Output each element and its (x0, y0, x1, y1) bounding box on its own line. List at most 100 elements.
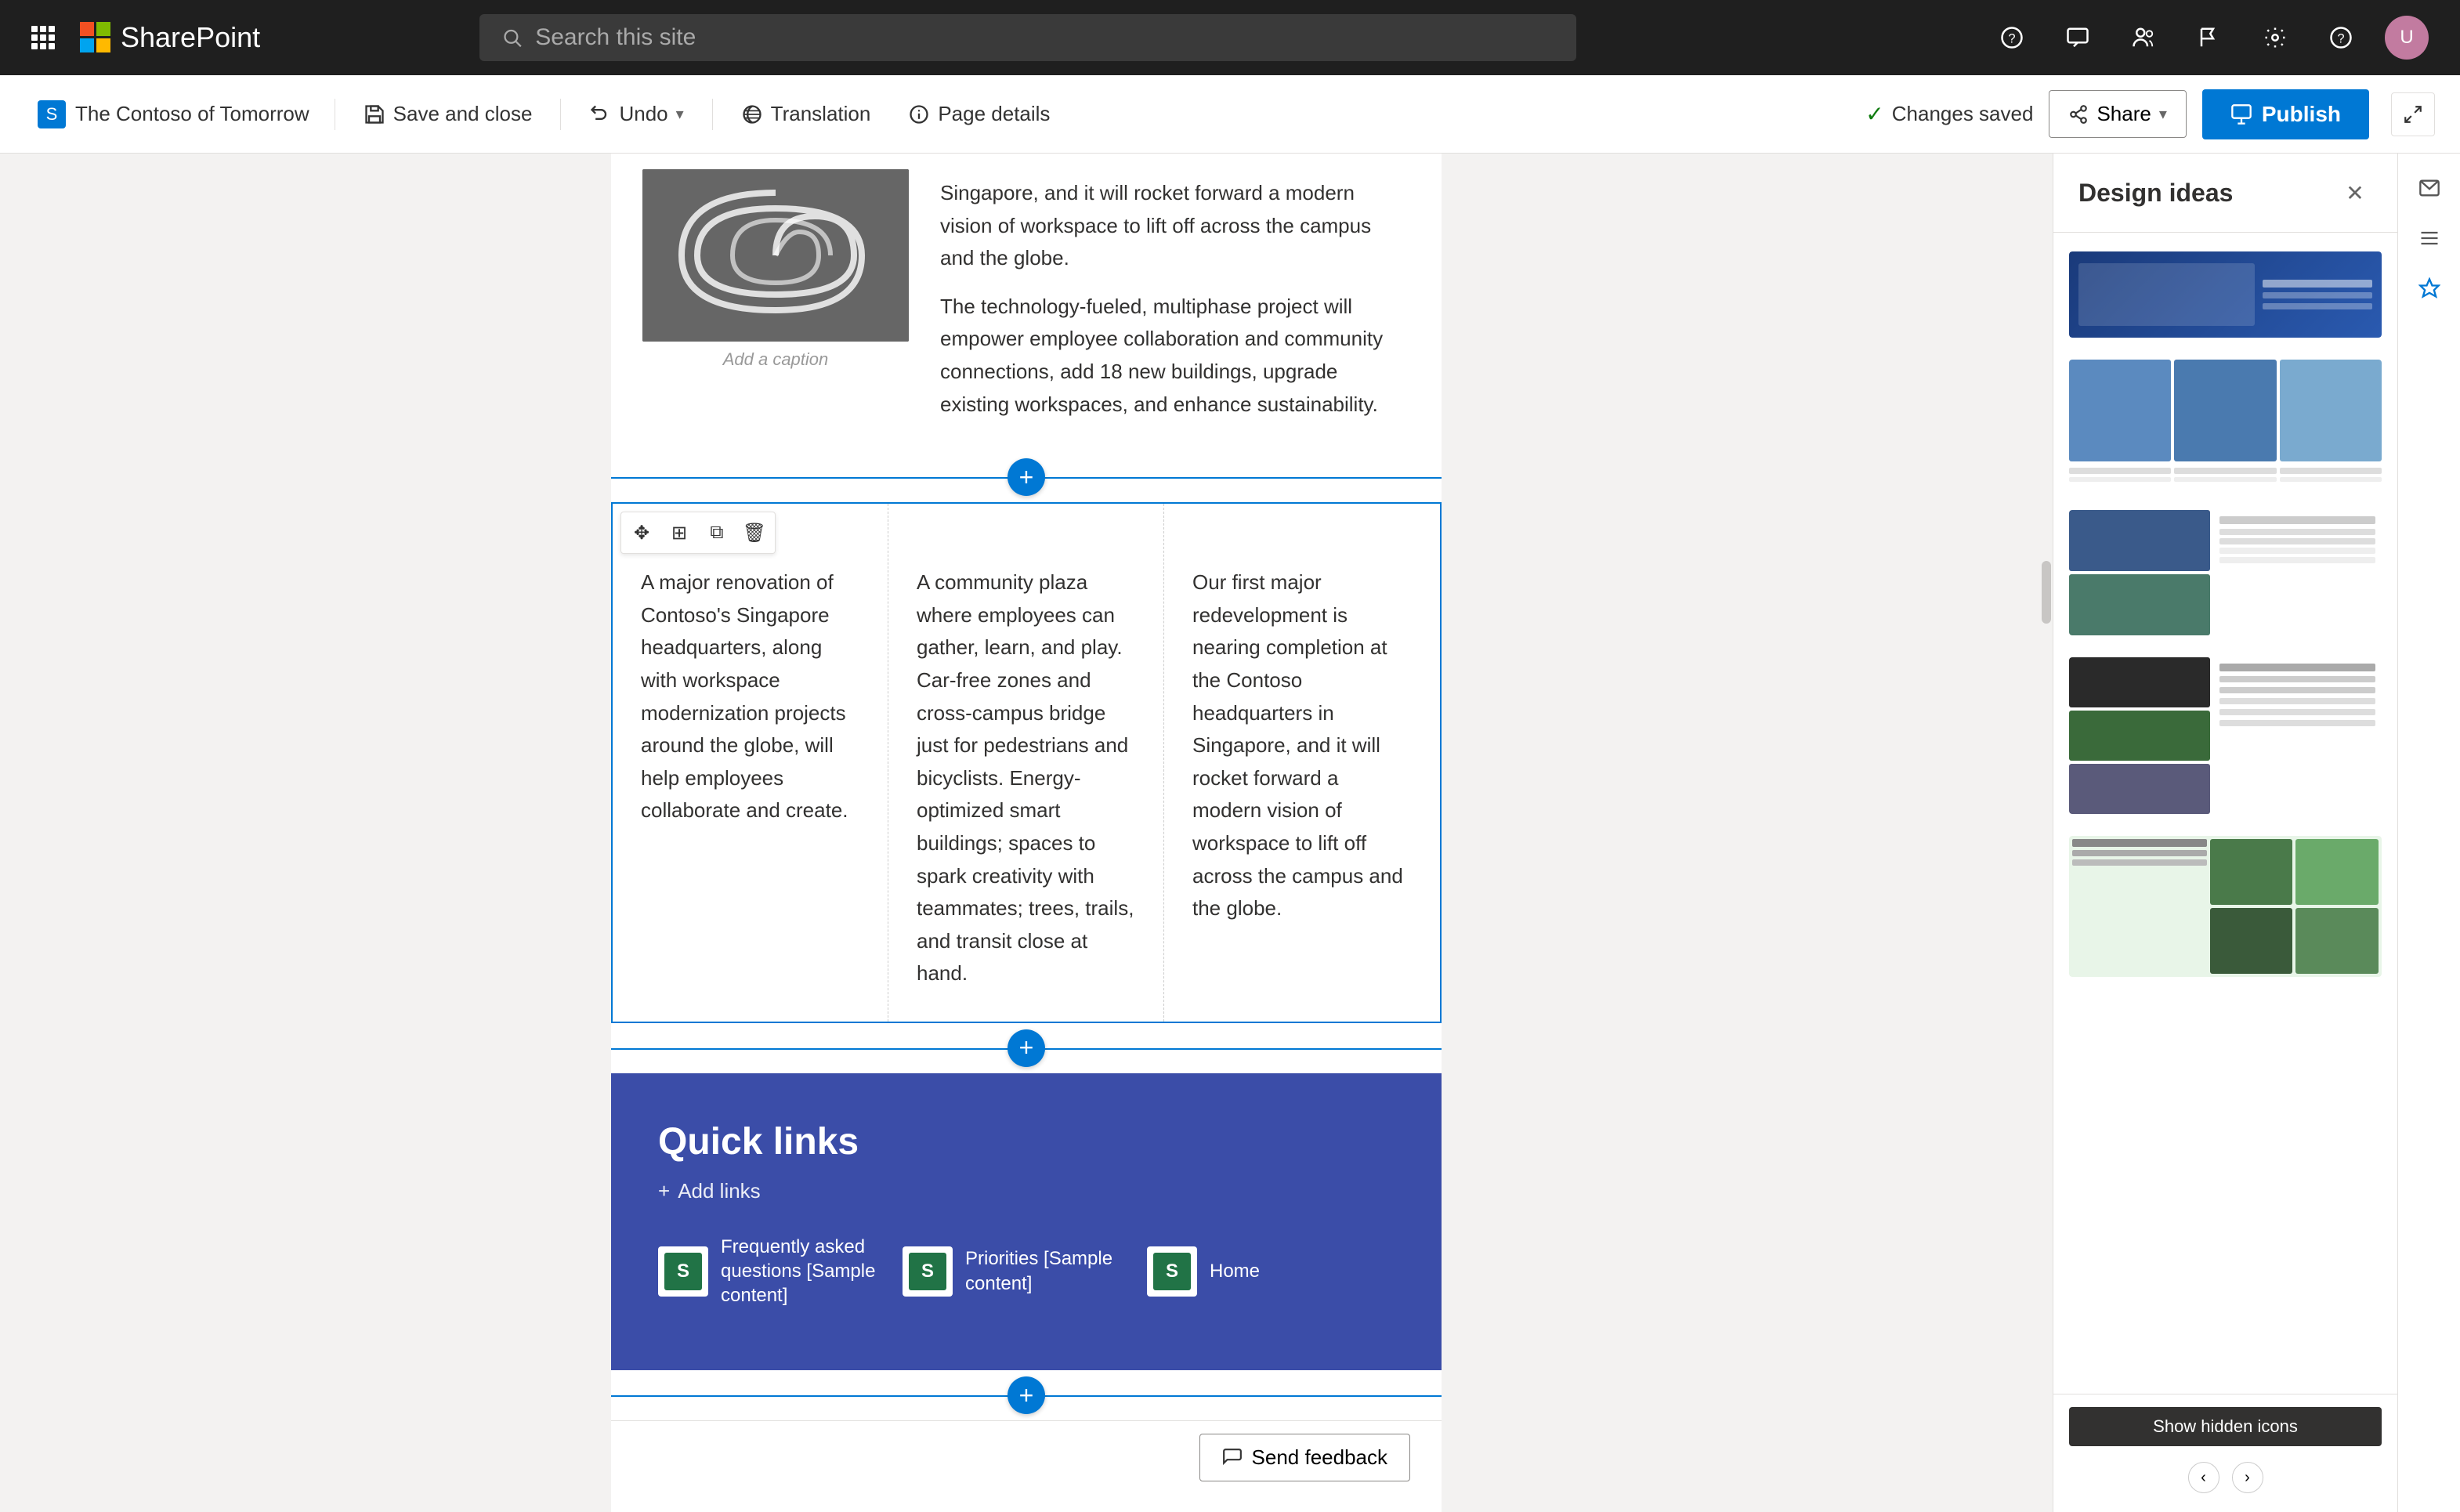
settings-icon[interactable] (2253, 16, 2297, 60)
page-details-icon (908, 103, 930, 125)
undo-icon (589, 103, 611, 125)
main-layout: Add a caption Singapore, and it will roc… (0, 154, 2460, 1512)
add-section-circle-3[interactable]: + (1008, 1376, 1045, 1414)
svg-text:?: ? (2337, 31, 2344, 45)
design-ideas-scroll[interactable] (2053, 233, 2397, 1394)
svg-text:?: ? (2008, 31, 2015, 45)
move-tool-button[interactable]: ✥ (624, 515, 659, 550)
check-icon: ✓ (1865, 101, 1883, 127)
feedback-icon (1222, 1448, 1243, 1468)
scrollbar-thumb[interactable] (2042, 561, 2051, 624)
rail-settings-icon[interactable] (2408, 216, 2451, 260)
quick-link-item-3[interactable]: S Home (1147, 1235, 1260, 1308)
site-icon: S (46, 104, 58, 125)
image-container: Add a caption (642, 169, 909, 370)
design-panel-bottom: Show hidden icons ‹ › (2053, 1394, 2397, 1512)
help-icon[interactable]: ? (1990, 16, 2034, 60)
nav-icon-group: ? ? U (1990, 16, 2429, 60)
three-column-section: ✥ ⊞ ⧉ 🗑 A major renovation of Contoso's … (611, 502, 1442, 1023)
chat-icon[interactable] (2056, 16, 2100, 60)
app-name: SharePoint (121, 21, 260, 54)
share-button[interactable]: Share ▾ (2049, 90, 2186, 138)
people-icon[interactable] (2122, 16, 2165, 60)
publish-icon (2230, 103, 2252, 125)
design-nav-next[interactable]: › (2232, 1462, 2263, 1493)
spiral-image (642, 169, 909, 342)
column-2: A community plaza where employees can ga… (888, 504, 1164, 1022)
send-feedback-button[interactable]: Send feedback (1199, 1434, 1410, 1481)
image-caption: Add a caption (642, 349, 909, 370)
plus-icon: + (658, 1179, 670, 1203)
quick-links-title: Quick links (658, 1120, 1395, 1163)
ms-logo-group[interactable]: SharePoint (80, 21, 260, 54)
rail-star-icon[interactable] (2408, 266, 2451, 310)
layout-tool-button[interactable]: ⊞ (662, 515, 696, 550)
image-text-section: Add a caption Singapore, and it will roc… (611, 154, 1442, 452)
search-icon (501, 27, 523, 49)
share-dropdown-arrow[interactable]: ▾ (2159, 104, 2167, 124)
quick-link-icon-1: S (658, 1246, 708, 1297)
duplicate-tool-button[interactable]: ⧉ (700, 515, 734, 550)
design-card-4[interactable] (2069, 657, 2382, 814)
toolbar-divider-3 (712, 99, 713, 130)
translation-icon (741, 103, 763, 125)
page-image (642, 169, 909, 342)
design-panel-close-button[interactable]: ✕ (2338, 175, 2372, 210)
paragraph-1: Singapore, and it will rocket forward a … (940, 177, 1410, 275)
save-close-button[interactable]: Save and close (348, 92, 548, 136)
rail-mail-icon[interactable] (2408, 166, 2451, 210)
scrollbar-track[interactable] (2040, 154, 2053, 1512)
design-nav-prev[interactable]: ‹ (2188, 1462, 2219, 1493)
editor-area[interactable]: Add a caption Singapore, and it will roc… (0, 154, 2053, 1512)
page-content: Add a caption Singapore, and it will roc… (611, 154, 1442, 1512)
quick-link-item-1[interactable]: S Frequently asked questions [Sample con… (658, 1235, 877, 1308)
search-bar[interactable] (479, 14, 1576, 61)
column-1: A major renovation of Contoso's Singapor… (613, 504, 888, 1022)
flag-icon[interactable] (2187, 16, 2231, 60)
quick-link-icon-3: S (1147, 1246, 1197, 1297)
microsoft-logo-icon (80, 22, 111, 53)
add-section-circle-2[interactable]: + (1008, 1029, 1045, 1067)
design-card-3[interactable] (2069, 510, 2382, 635)
undo-dropdown-arrow[interactable]: ▾ (676, 104, 684, 124)
design-panel-title: Design ideas (2078, 179, 2233, 208)
quick-link-label-3: Home (1210, 1259, 1260, 1283)
user-avatar[interactable]: U (2385, 16, 2429, 60)
add-section-1[interactable]: + (611, 452, 1442, 502)
add-section-circle-1[interactable]: + (1008, 458, 1045, 496)
design-panel-header: Design ideas ✕ (2053, 154, 2397, 233)
show-hidden-tooltip: Show hidden icons (2069, 1407, 2382, 1446)
waffle-menu[interactable] (31, 26, 55, 49)
design-card-1[interactable] (2069, 251, 2382, 338)
quick-link-icon-2: S (903, 1246, 953, 1297)
changes-saved-indicator: ✓ Changes saved (1865, 101, 2033, 127)
add-links-button[interactable]: + Add links (658, 1179, 1395, 1203)
collapse-icon (2403, 104, 2423, 125)
design-card-5[interactable] (2069, 836, 2382, 977)
translation-button[interactable]: Translation (725, 92, 887, 136)
site-breadcrumb[interactable]: S The Contoso of Tomorrow (25, 92, 322, 136)
right-rail (2397, 154, 2460, 1512)
collapse-button[interactable] (2391, 92, 2435, 136)
question-icon[interactable]: ? (2319, 16, 2363, 60)
undo-button[interactable]: Undo ▾ (573, 92, 699, 136)
quick-link-item-2[interactable]: S Priorities [Sample content] (903, 1235, 1122, 1308)
search-input[interactable] (535, 24, 1554, 51)
feedback-bar: Send feedback (611, 1420, 1442, 1494)
page-details-button[interactable]: Page details (892, 92, 1065, 136)
quick-link-label-2: Priorities [Sample content] (965, 1246, 1122, 1295)
three-columns: A major renovation of Contoso's Singapor… (613, 504, 1440, 1022)
quick-links-row: S Frequently asked questions [Sample con… (658, 1235, 1395, 1308)
site-name-label: The Contoso of Tomorrow (75, 102, 309, 126)
delete-tool-button[interactable]: 🗑 (737, 515, 772, 550)
share-icon (2068, 104, 2089, 125)
page-toolbar: S The Contoso of Tomorrow Save and close… (0, 75, 2460, 154)
quick-links-section: Quick links + Add links S Frequently ask… (611, 1073, 1442, 1371)
add-section-2[interactable]: + (611, 1023, 1442, 1073)
design-ideas-panel: Design ideas ✕ (2053, 154, 2397, 1512)
section-toolbar: ✥ ⊞ ⧉ 🗑 (620, 512, 776, 554)
design-card-2[interactable] (2069, 360, 2382, 488)
add-section-3[interactable]: + (611, 1370, 1442, 1420)
publish-button[interactable]: Publish (2202, 89, 2369, 139)
save-icon (364, 103, 385, 125)
